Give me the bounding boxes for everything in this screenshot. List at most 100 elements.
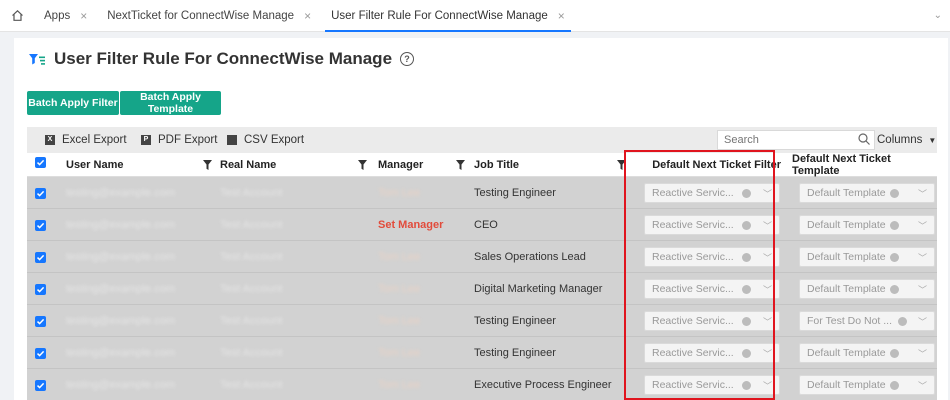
clear-icon[interactable] <box>890 381 899 390</box>
chevron-down-icon: ﹀ <box>917 285 927 295</box>
table-row[interactable]: testing@example.com Test Account Tom Lee… <box>27 273 937 305</box>
default-template-select[interactable]: Default Template ﹀ <box>799 247 935 267</box>
chevron-down-icon: ﹀ <box>762 221 772 231</box>
filter-icon[interactable] <box>456 160 465 170</box>
default-filter-select[interactable]: Reactive Servic... ﹀ <box>644 375 780 395</box>
filter-icon[interactable] <box>203 160 212 170</box>
header-real-name[interactable]: Real Name <box>220 153 276 177</box>
search-input[interactable] <box>717 130 875 150</box>
row-checkbox[interactable] <box>35 220 46 231</box>
table-row[interactable]: testing@example.com Test Account Tom Lee… <box>27 177 937 209</box>
manager-cell[interactable]: Tom Lee <box>378 305 458 337</box>
chevron-down-icon: ﹀ <box>917 349 927 359</box>
tab-label: User Filter Rule For ConnectWise Manage <box>331 9 548 22</box>
default-template-select[interactable]: Default Template ﹀ <box>799 215 935 235</box>
close-icon[interactable]: × <box>80 9 87 23</box>
select-all-checkbox[interactable] <box>35 157 46 168</box>
search-icon[interactable] <box>857 132 871 146</box>
row-checkbox[interactable] <box>35 348 46 359</box>
clear-icon[interactable] <box>890 221 899 230</box>
manager-cell[interactable]: Tom Lee <box>378 241 458 273</box>
tab-user-filter-rule[interactable]: User Filter Rule For ConnectWise Manage … <box>321 0 575 32</box>
manager-cell[interactable]: Tom Lee <box>378 273 458 305</box>
default-filter-select[interactable]: Reactive Servic... ﹀ <box>644 247 780 267</box>
default-template-select[interactable]: Default Template ﹀ <box>799 279 935 299</box>
table-row[interactable]: testing@example.com Test Account Tom Lee… <box>27 369 937 400</box>
default-filter-select[interactable]: Reactive Servic... ﹀ <box>644 183 780 203</box>
default-template-select[interactable]: Default Template ﹀ <box>799 343 935 363</box>
clear-icon[interactable] <box>742 381 751 390</box>
clear-icon[interactable] <box>742 285 751 294</box>
set-manager-link[interactable]: Set Manager <box>378 209 468 241</box>
job-title-cell: Testing Engineer <box>474 315 556 327</box>
pdf-icon: P <box>141 135 151 145</box>
clear-icon[interactable] <box>890 253 899 262</box>
table-header: User Name Real Name Manager Job Title De… <box>27 153 937 177</box>
csv-icon <box>227 135 237 145</box>
close-icon[interactable]: × <box>558 9 565 23</box>
row-checkbox[interactable] <box>35 252 46 263</box>
clear-icon[interactable] <box>742 317 751 326</box>
real-name-cell: Test Account <box>220 347 283 359</box>
default-filter-select[interactable]: Reactive Servic... ﹀ <box>644 343 780 363</box>
header-user-name[interactable]: User Name <box>66 153 123 177</box>
manager-cell[interactable]: Tom Lee <box>378 369 458 400</box>
tab-label: NextTicket for ConnectWise Manage <box>107 9 295 22</box>
chevron-down-icon: ﹀ <box>762 381 772 391</box>
row-checkbox[interactable] <box>35 316 46 327</box>
filter-icon[interactable] <box>617 160 626 170</box>
table-row[interactable]: testing@example.com Test Account Tom Lee… <box>27 241 937 273</box>
default-template-select[interactable]: Default Template ﹀ <box>799 375 935 395</box>
default-filter-select[interactable]: Reactive Servic... ﹀ <box>644 215 780 235</box>
tab-bar: Apps × NextTicket for ConnectWise Manage… <box>0 0 950 32</box>
manager-cell[interactable]: Tom Lee <box>378 177 458 209</box>
grid-toolbar: X Excel Export P PDF Export CSV Export C… <box>27 127 937 153</box>
user-name-cell: testing@example.com <box>66 347 175 359</box>
clear-icon[interactable] <box>898 317 907 326</box>
chevron-down-icon[interactable]: ⌄ <box>934 10 942 21</box>
header-manager[interactable]: Manager <box>378 153 423 177</box>
tab-apps[interactable]: Apps × <box>34 0 97 32</box>
row-checkbox[interactable] <box>35 284 46 295</box>
page-title: User Filter Rule For ConnectWise Manage <box>54 49 393 68</box>
job-title-cell: CEO <box>474 219 498 231</box>
help-icon[interactable]: ? <box>400 52 415 66</box>
clear-icon[interactable] <box>742 253 751 262</box>
user-name-cell: testing@example.com <box>66 187 175 199</box>
row-checkbox[interactable] <box>35 380 46 391</box>
clear-icon[interactable] <box>742 349 751 358</box>
close-icon[interactable]: × <box>304 9 311 23</box>
batch-apply-filter-button[interactable]: Batch Apply Filter <box>27 91 119 115</box>
default-template-select[interactable]: For Test Do Not ... ﹀ <box>799 311 935 331</box>
batch-apply-template-button[interactable]: Batch Apply Template <box>120 91 221 115</box>
excel-export-button[interactable]: X Excel Export <box>45 127 127 153</box>
clear-icon[interactable] <box>742 221 751 230</box>
clear-icon[interactable] <box>890 349 899 358</box>
header-default-filter[interactable]: Default Next Ticket Filter <box>639 153 781 177</box>
tab-nextticket[interactable]: NextTicket for ConnectWise Manage × <box>97 0 321 32</box>
pdf-export-button[interactable]: P PDF Export <box>141 127 217 153</box>
clear-icon[interactable] <box>742 189 751 198</box>
chevron-down-icon: ﹀ <box>762 189 772 199</box>
table-row[interactable]: testing@example.com Test Account Tom Lee… <box>27 305 937 337</box>
home-icon[interactable] <box>0 0 34 32</box>
row-checkbox[interactable] <box>35 188 46 199</box>
csv-export-button[interactable]: CSV Export <box>227 127 304 153</box>
filter-icon[interactable] <box>358 160 367 170</box>
default-filter-select[interactable]: Reactive Servic... ﹀ <box>644 279 780 299</box>
default-filter-select[interactable]: Reactive Servic... ﹀ <box>644 311 780 331</box>
chevron-down-icon: ﹀ <box>917 253 927 263</box>
table-row[interactable]: testing@example.com Test Account Tom Lee… <box>27 337 937 369</box>
header-default-template[interactable]: Default Next Ticket Template <box>792 153 935 177</box>
columns-button[interactable]: Columns ▼ <box>877 127 936 153</box>
user-name-cell: testing@example.com <box>66 315 175 327</box>
user-name-cell: testing@example.com <box>66 283 175 295</box>
manager-cell[interactable]: Tom Lee <box>378 337 458 369</box>
clear-icon[interactable] <box>890 189 899 198</box>
content-card: Batch Apply Filter Batch Apply Template … <box>14 80 948 400</box>
default-template-select[interactable]: Default Template ﹀ <box>799 183 935 203</box>
header-job-title[interactable]: Job Title <box>474 153 519 177</box>
table-row[interactable]: testing@example.com Test Account Set Man… <box>27 209 937 241</box>
clear-icon[interactable] <box>890 285 899 294</box>
page-header: User Filter Rule For ConnectWise Manage … <box>14 38 948 80</box>
